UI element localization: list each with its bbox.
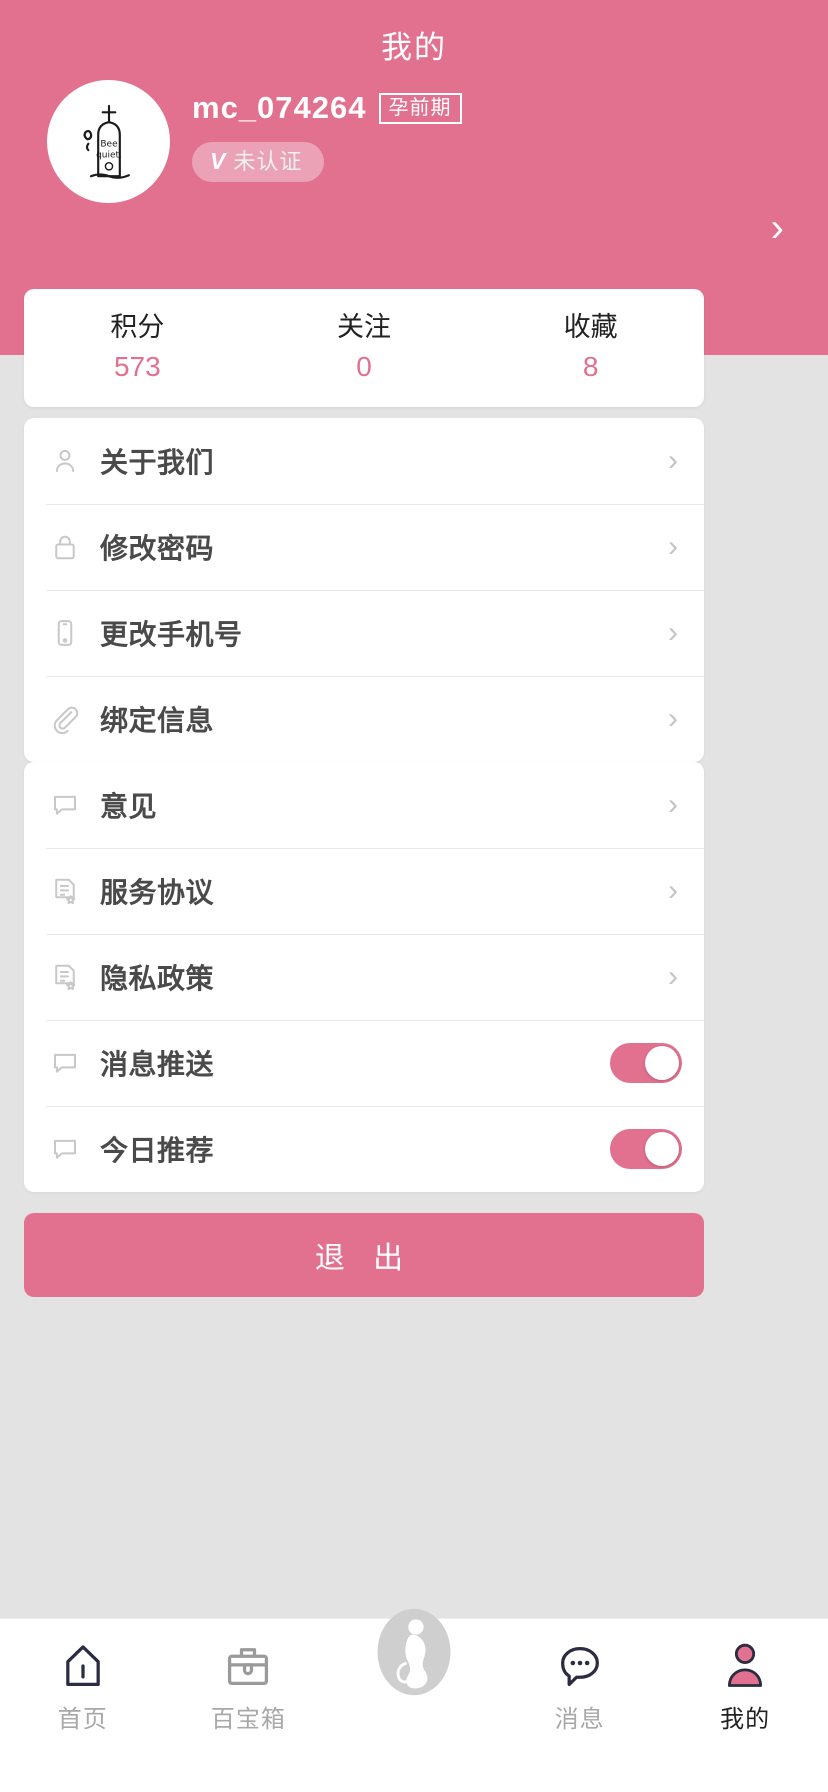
person-icon bbox=[48, 444, 82, 478]
tab-label: 我的 bbox=[720, 1706, 771, 1733]
menu-item-label: 绑定信息 bbox=[100, 705, 215, 736]
profile-chevron-right-icon[interactable]: › bbox=[771, 208, 784, 248]
stats-card: 积分 573 关注 0 收藏 8 bbox=[24, 289, 704, 407]
message-push-toggle[interactable] bbox=[610, 1043, 682, 1083]
menu-item-service-agreement[interactable]: 服务协议 › bbox=[24, 848, 704, 934]
logout-button[interactable]: 退 出 bbox=[24, 1213, 704, 1297]
chevron-right-icon: › bbox=[668, 444, 678, 477]
stat-favorites[interactable]: 收藏 8 bbox=[477, 311, 704, 385]
stat-following[interactable]: 关注 0 bbox=[251, 311, 478, 385]
menu-item-privacy-policy[interactable]: 隐私政策 › bbox=[24, 934, 704, 1020]
daily-recommendation-toggle[interactable] bbox=[610, 1129, 682, 1169]
user-icon bbox=[719, 1637, 771, 1695]
stat-value: 0 bbox=[356, 350, 372, 382]
speech-bubble-icon bbox=[48, 1132, 82, 1166]
mobile-app-screen: 我的 Bee quiet. mc_074264 孕前期 V 未认证 › 积分 5… bbox=[0, 0, 828, 1792]
document-star-icon bbox=[48, 874, 82, 908]
tab-label: 消息 bbox=[554, 1706, 605, 1733]
speech-bubble-icon bbox=[48, 788, 82, 822]
toggle-knob bbox=[645, 1132, 679, 1166]
tab-toolbox[interactable]: 百宝箱 bbox=[166, 1619, 332, 1734]
phone-icon bbox=[48, 616, 82, 650]
chevron-right-icon: › bbox=[668, 788, 678, 821]
svg-text:quiet.: quiet. bbox=[96, 150, 122, 160]
pregnancy-stage-badge: 孕前期 bbox=[378, 92, 462, 124]
svg-text:Bee: Bee bbox=[100, 139, 118, 149]
page-title: 我的 bbox=[381, 30, 447, 65]
username-line: mc_074264 孕前期 bbox=[192, 90, 462, 126]
bottom-tab-bar: 首页 百宝箱 消息 我的 bbox=[0, 1608, 828, 1792]
chevron-right-icon: › bbox=[668, 874, 678, 907]
tab-label: 百宝箱 bbox=[210, 1706, 286, 1733]
tab-home[interactable]: 首页 bbox=[0, 1619, 166, 1734]
tab-messages[interactable]: 消息 bbox=[497, 1619, 663, 1734]
menu-item-label: 今日推荐 bbox=[100, 1135, 215, 1166]
paperclip-icon bbox=[48, 702, 82, 736]
menu-item-label: 服务协议 bbox=[100, 877, 215, 908]
tombstone-bee-quiet-icon: Bee quiet. bbox=[83, 104, 130, 179]
menu-item-label: 消息推送 bbox=[100, 1049, 215, 1080]
menu-group-general: 意见 › 服务协议 › 隐私政策 › 消息推送 今日推荐 bbox=[24, 762, 704, 1192]
chevron-right-icon: › bbox=[668, 616, 678, 649]
speech-bubble-icon bbox=[48, 1046, 82, 1080]
verification-badge[interactable]: V 未认证 bbox=[192, 142, 325, 182]
stat-label: 收藏 bbox=[563, 311, 618, 342]
menu-item-message-push[interactable]: 消息推送 bbox=[24, 1020, 704, 1106]
menu-item-label: 修改密码 bbox=[100, 533, 215, 564]
stat-label: 关注 bbox=[337, 311, 391, 342]
menu-item-label: 隐私政策 bbox=[100, 963, 215, 994]
chevron-right-icon: › bbox=[668, 702, 678, 735]
menu-item-change-phone[interactable]: 更改手机号 › bbox=[24, 590, 704, 676]
lock-icon bbox=[48, 530, 82, 564]
menu-item-change-password[interactable]: 修改密码 › bbox=[24, 504, 704, 590]
stat-value: 8 bbox=[582, 350, 599, 382]
menu-item-bound-info[interactable]: 绑定信息 › bbox=[24, 676, 704, 762]
avatar[interactable]: Bee quiet. bbox=[47, 80, 170, 203]
pregnant-woman-icon bbox=[366, 1608, 462, 1696]
tab-profile[interactable]: 我的 bbox=[662, 1619, 828, 1734]
toggle-knob bbox=[645, 1046, 679, 1080]
stat-value: 573 bbox=[113, 350, 161, 382]
profile-summary[interactable]: Bee quiet. mc_074264 孕前期 V 未认证 › bbox=[0, 80, 828, 248]
document-star-icon bbox=[48, 960, 82, 994]
profile-text-block: mc_074264 孕前期 V 未认证 bbox=[192, 90, 462, 182]
verify-check-icon: V bbox=[210, 148, 226, 174]
chevron-right-icon: › bbox=[668, 960, 678, 993]
verification-label: 未认证 bbox=[233, 148, 303, 174]
stat-label: 积分 bbox=[110, 311, 165, 342]
stat-points[interactable]: 积分 573 bbox=[24, 311, 251, 385]
toolbox-icon bbox=[222, 1637, 274, 1695]
tab-pregnancy-center[interactable] bbox=[331, 1608, 497, 1696]
menu-group-account: 关于我们 › 修改密码 › 更改手机号 › 绑定信息 › bbox=[24, 418, 704, 762]
menu-item-label: 关于我们 bbox=[100, 447, 215, 478]
tab-label: 首页 bbox=[57, 1706, 108, 1733]
username: mc_074264 bbox=[192, 90, 367, 125]
menu-item-label: 更改手机号 bbox=[100, 619, 243, 650]
menu-item-feedback[interactable]: 意见 › bbox=[24, 762, 704, 848]
menu-item-label: 意见 bbox=[100, 791, 158, 822]
menu-item-daily-recommendation[interactable]: 今日推荐 bbox=[24, 1106, 704, 1192]
menu-item-about-us[interactable]: 关于我们 › bbox=[24, 418, 704, 504]
chevron-right-icon: › bbox=[668, 530, 678, 563]
message-icon bbox=[554, 1637, 606, 1695]
home-icon bbox=[57, 1637, 109, 1695]
